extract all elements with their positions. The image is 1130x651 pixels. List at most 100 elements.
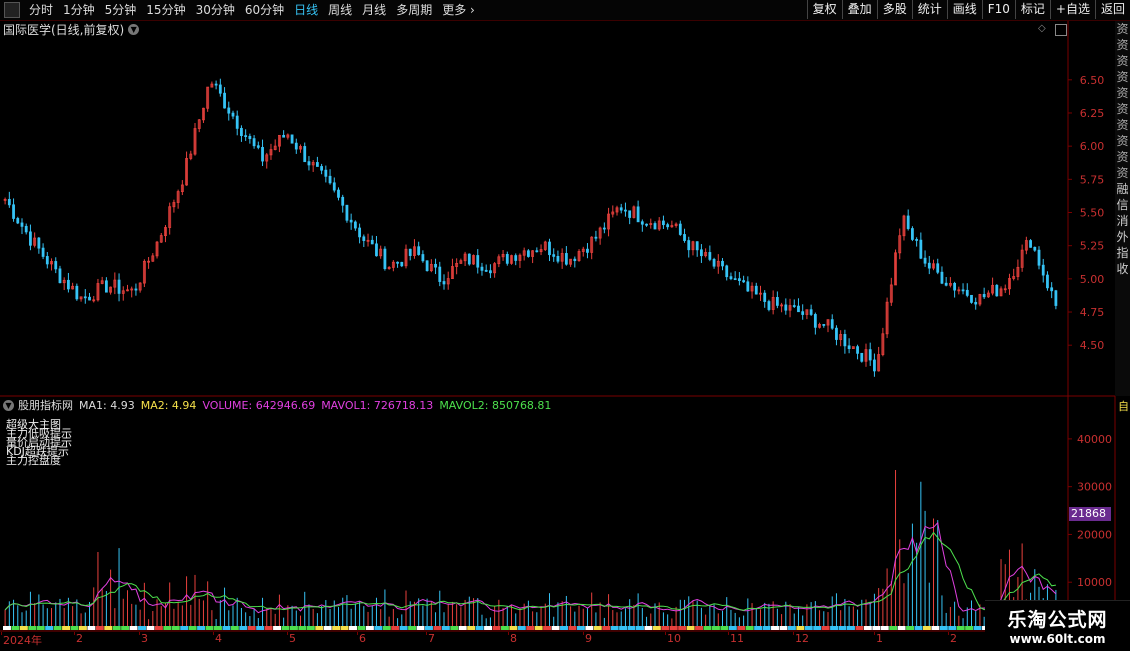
price-tick-label: 5.00 [1080,273,1105,286]
candle-body [202,107,205,121]
watermark-url: www.60lt.com [1009,632,1106,646]
candle-body [932,263,935,269]
candle-body [889,284,893,303]
candle-body [662,220,665,226]
candle-body [712,258,716,267]
candle-body [539,249,543,253]
candle-body [176,191,180,203]
chevron-down-icon[interactable]: ▼ [3,399,14,411]
signal-strip [931,626,940,630]
mark-button[interactable]: 标记 [1014,0,1050,19]
signal-strip [433,626,442,630]
chevron-down-icon[interactable]: ▼ [128,24,140,35]
candle-body [451,266,454,279]
candle-body [505,254,509,264]
candle-body [168,206,172,228]
sidebar-char: 资 [1116,38,1129,52]
layout-toggle-icon[interactable] [1055,24,1067,36]
signal-strip [863,626,872,630]
diamond-icon[interactable]: ◇ [1038,23,1046,34]
signal-strip [720,626,729,630]
current-value-badge: 21868 [1069,507,1111,521]
signal-strip [872,626,881,630]
signal-strip [399,626,408,630]
multi-stock-button[interactable]: 多股 [876,0,912,19]
candle-body [185,158,188,186]
candle-body [345,204,349,221]
signal-strip [138,626,146,630]
candle-body [754,285,758,295]
signal-strip [3,626,11,630]
candle-body [261,146,264,162]
candle-body [750,285,754,292]
tab-weekly[interactable]: 周线 [323,0,357,20]
overlay-button[interactable]: 叠加 [841,0,877,19]
candle-body [826,319,830,326]
statistics-button[interactable]: 统计 [911,0,947,19]
candle-body [501,254,505,258]
signal-strip [568,626,577,630]
candle-body [455,262,459,267]
signal-strip [408,626,417,630]
tab-30min[interactable]: 30分钟 [191,0,240,20]
tab-daily[interactable]: 日线 [289,0,323,20]
candle-body [467,253,471,265]
candle-body [37,237,41,249]
candle-body [142,260,146,284]
adjust-button[interactable]: 复权 [806,0,842,19]
candle-body [54,261,58,270]
candle-body [1024,240,1028,251]
tab-more[interactable]: 更多 › [437,0,480,20]
date-tick [728,632,729,635]
candle-body [62,279,66,284]
signal-strip [787,626,796,630]
candle-body [290,134,294,144]
app-menu-icon[interactable] [4,2,20,18]
info-sidebar[interactable]: 资资资资资资资资资资融信消外指收 [1115,21,1130,396]
tab-multi-period[interactable]: 多周期 [391,0,437,20]
candle-body [126,289,129,292]
candle-body [256,145,260,148]
candle-body [391,261,395,268]
signal-strip [500,626,509,630]
candle-body [775,297,779,306]
candle-body [223,92,226,109]
signal-strip [754,626,763,630]
signal-strip [965,626,974,630]
signal-strip [62,626,71,630]
signal-strip [180,626,189,630]
add-watchlist-button[interactable]: +自选 [1049,0,1095,19]
candle-body [763,292,767,302]
tab-1min[interactable]: 1分钟 [58,0,100,20]
tab-timeshare[interactable]: 分时 [24,0,58,20]
candle-body [1020,249,1024,268]
candle-body [809,309,813,315]
candle-body [41,247,45,257]
tab-15min[interactable]: 15分钟 [141,0,190,20]
draw-line-button[interactable]: 画线 [946,0,982,19]
tab-60min[interactable]: 60分钟 [240,0,289,20]
date-tick [583,632,584,635]
candle-body [919,239,923,259]
signal-strip [197,626,206,630]
sidebar-char: 资 [1116,54,1129,68]
signal-strip [87,626,96,630]
signal-strip [146,626,155,630]
sidebar-char: 资 [1116,86,1129,100]
candle-body [999,288,1003,297]
candle-body [602,227,606,230]
date-label: 2024年 [3,634,42,647]
candle-body [235,115,239,129]
candle-body [902,215,906,237]
tab-monthly[interactable]: 月线 [357,0,391,20]
mavol1-value: MAVOL1: 726718.13 [321,398,434,412]
f10-button[interactable]: F10 [981,0,1015,19]
candle-body [269,149,273,156]
candle-body [607,213,610,230]
back-button[interactable]: 返回 [1094,0,1130,19]
signal-strip [256,626,265,630]
signal-strip [458,626,467,630]
candle-body [379,248,383,257]
signal-strip [695,626,704,630]
tab-5min[interactable]: 5分钟 [100,0,142,20]
